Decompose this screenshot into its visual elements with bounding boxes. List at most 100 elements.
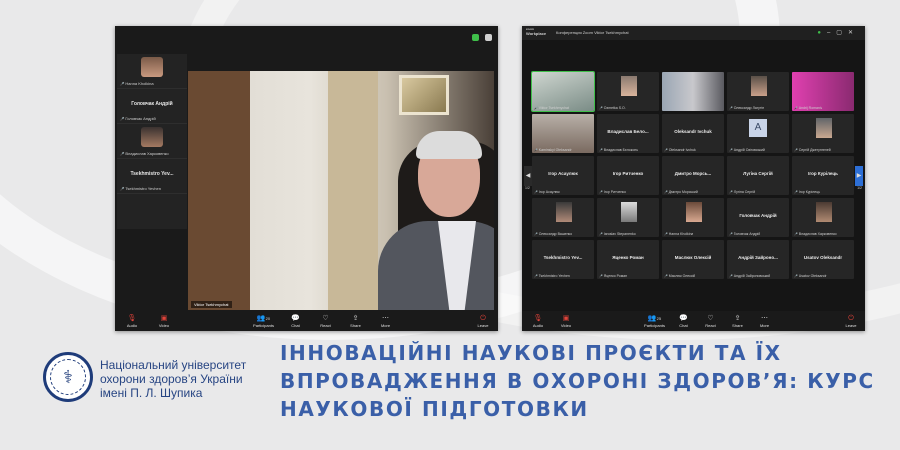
react-button[interactable]: ♡ React xyxy=(700,311,722,331)
participant-gallery: Viktor Tsekhmychat Ozmetka S.O. Олександр … xyxy=(531,71,854,279)
gallery-tile[interactable] xyxy=(662,72,724,111)
react-label: React xyxy=(320,322,331,328)
participant-center-name: Tsekhmistro Yev... xyxy=(130,171,174,177)
participant-caption: Kaminskyi Oleksandr xyxy=(534,148,572,152)
gallery-tile[interactable]: Ігор Ритченко Ігор Ритченко xyxy=(597,156,659,195)
gallery-tile[interactable]: Яценко Роман Яценко Роман xyxy=(597,240,659,279)
video-label: Video xyxy=(158,322,170,328)
more-button[interactable]: ⋯ More xyxy=(754,311,776,331)
security-shield-icon[interactable]: ● xyxy=(817,30,827,36)
gallery-tile[interactable]: Oleksandr Ivchuk Oleksandr Ivchuk xyxy=(662,114,724,153)
gallery-tile[interactable]: Ozmetka S.O. xyxy=(597,72,659,111)
participant-caption: Ігор Асаулюк xyxy=(534,190,560,194)
react-icon: ♡ xyxy=(322,314,329,322)
gallery-tile[interactable]: Андрій Зайроно... Андрій Зайроновський xyxy=(727,240,789,279)
meeting-toolbar: 🎙 Audio ▣ Video 👥25 Participants 💬 Chat … xyxy=(522,311,865,331)
course-headline: ІННОВАЦІЙНІ НАУКОВІ ПРОЄКТИ ТА ЇХ ВПРОВА… xyxy=(280,341,875,421)
participant-video xyxy=(621,202,637,222)
participant-caption: Олександр Лагутін xyxy=(729,106,764,110)
participant-tile[interactable]: Владислав Харковенко xyxy=(117,124,187,159)
speaker-name-tag: Viktor Tsekhmychat xyxy=(191,301,232,308)
gallery-tile[interactable]: Дмитро Морсь... Дмитро Морський xyxy=(662,156,724,195)
participant-tile[interactable]: Hanna Kholkina xyxy=(117,54,187,89)
leave-button[interactable]: ⏻ Leave xyxy=(841,311,861,331)
react-icon: ♡ xyxy=(707,314,714,322)
participant-video xyxy=(621,76,637,96)
chat-label: Chat xyxy=(679,322,688,328)
gallery-tile[interactable]: Ігор Асаулюк Ігор Асаулюк xyxy=(532,156,594,195)
gallery-tile[interactable]: Andrij Romaniv xyxy=(792,72,854,111)
participant-caption: Tsekhmistro Yevhen xyxy=(120,186,161,191)
gallery-tile[interactable]: Tsekhmistro Yev... Tsekhmistro Yevhen xyxy=(532,240,594,279)
participants-button[interactable]: 👥20 Participants xyxy=(250,311,278,331)
leave-button[interactable]: ⏻ Leave xyxy=(472,311,494,331)
participant-caption: Лугіна Сергій xyxy=(729,190,755,194)
gallery-tile[interactable]: Олександр Лагутін xyxy=(727,72,789,111)
university-name-line3: імені П. Л. Шупика xyxy=(100,386,203,400)
gallery-tile[interactable]: Kaminskyi Oleksandr xyxy=(532,114,594,153)
page-indicator-right: 1/2 xyxy=(857,186,862,190)
participant-caption: Oleksandr Ivchuk xyxy=(664,148,696,152)
gallery-tile[interactable]: Лугіна Сергій Лугіна Сергій xyxy=(727,156,789,195)
share-screen-icon: ⇪ xyxy=(352,314,359,322)
zoom-window-speaker-view: Hanna Kholkina Головчак Андрій Головчак … xyxy=(115,26,498,331)
chat-button[interactable]: 💬 Chat xyxy=(673,311,695,331)
participants-button[interactable]: 👥25 Participants xyxy=(642,311,668,331)
university-name-line1: Національний університет xyxy=(100,358,247,372)
video-button[interactable]: ▣ Video xyxy=(556,311,576,331)
gallery-tile[interactable]: Hanna Kholkina xyxy=(662,198,724,237)
gallery-tile[interactable]: Viktor Tsekhmychat xyxy=(531,71,595,112)
window-controls[interactable]: ●–▢✕ xyxy=(817,29,859,36)
window-title: Конференция Zoom Viktor Tsekhmychat xyxy=(556,30,629,35)
more-label: More xyxy=(380,322,391,328)
share-screen-icon: ⇪ xyxy=(734,314,741,322)
gallery-tile[interactable]: A Андрій Свіговський xyxy=(727,114,789,153)
more-label: More xyxy=(759,322,770,328)
camera-off-icon: ▣ xyxy=(160,314,168,322)
participant-caption: Владислав Харковенко xyxy=(794,232,837,236)
university-name: Національний університет охорони здоров’… xyxy=(100,358,280,400)
video-button[interactable]: ▣ Video xyxy=(153,311,175,331)
participant-video xyxy=(816,118,832,138)
previous-page-arrow[interactable]: ◀ xyxy=(524,166,532,186)
share-button[interactable]: ⇪ Share xyxy=(344,311,368,331)
more-icon: ⋯ xyxy=(761,314,768,322)
caduceus-icon: ⚕ xyxy=(50,359,86,395)
participant-center-name: Головчак Андрій xyxy=(739,213,777,218)
participant-caption: Hanna Kholkina xyxy=(120,81,153,86)
participant-caption: Ігор Ритченко xyxy=(599,190,626,194)
gallery-tile[interactable]: Ігор Курілець Ігор Курілець xyxy=(792,156,854,195)
participant-caption: Владислав Харковенко xyxy=(120,151,168,156)
leave-label: Leave xyxy=(477,322,489,328)
gallery-tile[interactable]: Iaroslav Stepanenko xyxy=(597,198,659,237)
gallery-tile[interactable]: Олександр Вашенко xyxy=(532,198,594,237)
gallery-tile[interactable]: Сергій Джегунгелей xyxy=(792,114,854,153)
view-toggle-icon[interactable] xyxy=(485,34,492,41)
audio-button[interactable]: 🎙 Audio xyxy=(528,311,548,331)
gallery-tile[interactable]: Маслюк Олексій Маслюк Олексій xyxy=(662,240,724,279)
participant-caption: Tsekhmistro Yevhen xyxy=(534,274,570,278)
chat-button[interactable]: 💬 Chat xyxy=(284,311,308,331)
participant-caption: Iaroslav Stepanenko xyxy=(599,232,636,236)
gallery-tile[interactable]: Usatov Oleksandr Usatov Oleksandr xyxy=(792,240,854,279)
participants-count: 25 xyxy=(656,315,662,321)
window-titlebar: zoom Workplace Конференция Zoom Viktor T… xyxy=(522,26,865,40)
gallery-tile[interactable]: Владислав Бело... Владислав Бєлоконь xyxy=(597,114,659,153)
participant-caption: Usatov Oleksandr xyxy=(794,274,827,278)
participant-caption: Viktor Tsekhmychat xyxy=(534,106,569,110)
security-shield-icon[interactable] xyxy=(472,34,479,41)
speaker-jacket xyxy=(378,221,494,310)
participant-caption: Головчак Андрій xyxy=(120,116,155,121)
next-page-arrow[interactable]: ▶ xyxy=(855,166,863,186)
gallery-tile[interactable]: Владислав Харковенко xyxy=(792,198,854,237)
audio-button[interactable]: 🎙 Audio xyxy=(121,311,143,331)
participant-tile[interactable]: Головчак Андрій Головчак Андрій xyxy=(117,89,187,124)
more-button[interactable]: ⋯ More xyxy=(374,311,398,331)
react-button[interactable]: ♡ React xyxy=(314,311,338,331)
react-label: React xyxy=(705,322,716,328)
participant-caption: Владислав Бєлоконь xyxy=(599,148,638,152)
share-button[interactable]: ⇪ Share xyxy=(727,311,749,331)
participant-tile[interactable]: Tsekhmistro Yev... Tsekhmistro Yevhen xyxy=(117,159,187,194)
speaker-hair xyxy=(416,131,482,159)
gallery-tile[interactable]: Головчак Андрій Головчак Андрій xyxy=(727,198,789,237)
